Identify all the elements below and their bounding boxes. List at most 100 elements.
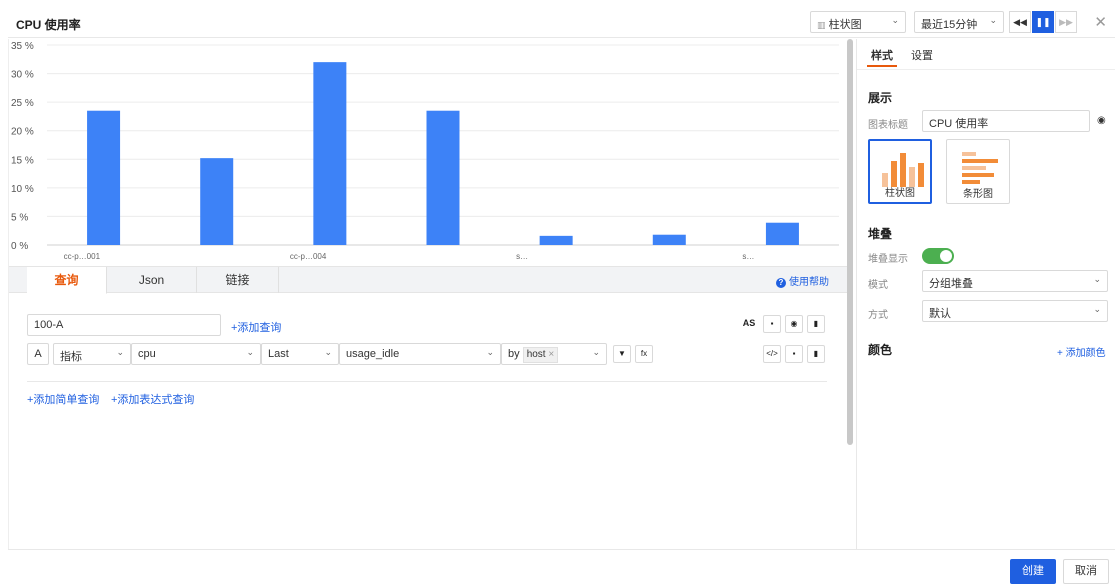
add-color-link[interactable]: + 添加颜色 bbox=[1057, 344, 1106, 359]
bar[interactable] bbox=[765, 222, 799, 245]
footer-bar: 创建 取消 bbox=[8, 549, 1115, 584]
measurement-value: cpu bbox=[138, 348, 156, 360]
chevron-down-icon: ⌄ bbox=[989, 15, 997, 25]
cancel-button[interactable]: 取消 bbox=[1063, 559, 1109, 584]
expression-input[interactable]: 100-A bbox=[27, 314, 221, 336]
chart-card-hbar[interactable]: 条形图 bbox=[946, 139, 1010, 204]
group-by-select[interactable]: by host × ⌄ bbox=[501, 343, 607, 365]
group-tag[interactable]: host × bbox=[522, 347, 559, 363]
help-link[interactable]: ? 使用帮助 bbox=[776, 273, 829, 288]
help-label: 使用帮助 bbox=[789, 277, 829, 288]
aggregation-select[interactable]: Last ⌄ bbox=[261, 343, 339, 365]
field-select[interactable]: usage_idle ⌄ bbox=[339, 343, 501, 365]
chart-type-value: 柱状图 bbox=[828, 19, 862, 31]
function-button[interactable]: fx bbox=[635, 345, 653, 363]
y-tick-label: 5 % bbox=[11, 212, 28, 223]
add-simple-query-link[interactable]: +添加简单查询 bbox=[27, 391, 99, 407]
function-label: fx bbox=[640, 349, 648, 358]
fast-forward-icon: ▶▶ bbox=[1059, 17, 1073, 27]
horizontal-bar-chart-icon bbox=[962, 152, 998, 184]
metric-type-select[interactable]: 指标 ⌄ bbox=[53, 343, 131, 365]
chart-title-value: CPU 使用率 bbox=[929, 118, 989, 130]
code-button[interactable]: </> bbox=[763, 345, 781, 363]
metric-type-value: 指标 bbox=[60, 351, 82, 363]
stack-heading: 堆叠 bbox=[868, 227, 893, 241]
header-bar: CPU 使用率 ▥ 柱状图 ⌄ 最近15分钟 ⌄ ◀◀ ❚❚ ▶▶ ✕ bbox=[8, 8, 1115, 38]
delete-button[interactable]: ▮ bbox=[807, 315, 825, 333]
stack-display-toggle[interactable] bbox=[922, 248, 954, 264]
eye-icon[interactable]: ◉ bbox=[1097, 115, 1106, 126]
bar[interactable] bbox=[313, 62, 347, 246]
copy-icon: ▪ bbox=[770, 319, 774, 328]
bar[interactable] bbox=[87, 110, 121, 245]
rewind-icon: ◀◀ bbox=[1013, 17, 1027, 27]
add-query-link[interactable]: +添加查询 bbox=[231, 319, 281, 335]
method-select[interactable]: 默认 ⌄ bbox=[922, 300, 1108, 322]
by-label: by bbox=[508, 348, 520, 360]
bar[interactable] bbox=[426, 110, 460, 245]
create-button[interactable]: 创建 bbox=[1010, 559, 1056, 584]
filter-icon: ▼ bbox=[618, 349, 626, 358]
filter-button[interactable]: ▼ bbox=[613, 345, 631, 363]
chart-area: 0 % 5 % 10 % 15 % 20 % 25 % 30 % 35 % cc-p…001 cc… bbox=[9, 39, 847, 266]
display-heading: 展示 bbox=[868, 91, 893, 105]
x-tick-label: s… bbox=[516, 252, 528, 261]
close-icon[interactable]: ✕ bbox=[1094, 13, 1107, 31]
code-icon: </> bbox=[766, 349, 778, 358]
chevron-down-icon: ⌄ bbox=[1093, 274, 1101, 284]
chevron-down-icon: ⌄ bbox=[246, 347, 254, 357]
chart-card-bar[interactable]: 柱状图 bbox=[868, 139, 932, 204]
active-tab-indicator bbox=[867, 65, 897, 67]
mode-label: 模式 bbox=[868, 280, 888, 291]
visibility-button[interactable]: ◉ bbox=[785, 315, 803, 333]
fast-forward-button[interactable]: ▶▶ bbox=[1055, 11, 1077, 33]
add-expression-query-link[interactable]: +添加表达式查询 bbox=[111, 391, 194, 407]
trash-icon: ▮ bbox=[813, 349, 819, 358]
bar[interactable] bbox=[200, 158, 234, 245]
tab-query[interactable]: 查询 bbox=[27, 267, 107, 294]
method-value: 默认 bbox=[929, 308, 951, 320]
tab-settings[interactable]: 设置 bbox=[911, 47, 933, 63]
chevron-down-icon: ⌄ bbox=[1093, 304, 1101, 314]
style-panel: 样式 设置 展示 图表标题 CPU 使用率 ◉ 柱状图 条形图 堆叠 堆叠显示 … bbox=[856, 39, 1115, 549]
method-label: 方式 bbox=[868, 310, 888, 321]
mode-select[interactable]: 分组堆叠 ⌄ bbox=[922, 270, 1108, 292]
y-tick-label: 30 % bbox=[11, 70, 34, 81]
bar[interactable] bbox=[652, 234, 686, 245]
chart-title-input[interactable]: CPU 使用率 bbox=[922, 110, 1090, 132]
tab-link[interactable]: 链接 bbox=[197, 267, 279, 293]
field-value: usage_idle bbox=[346, 348, 400, 360]
query-row-label: A bbox=[27, 343, 49, 365]
chevron-down-icon: ⌄ bbox=[116, 347, 124, 357]
copy-icon: ▪ bbox=[792, 349, 796, 358]
rewind-button[interactable]: ◀◀ bbox=[1009, 11, 1031, 33]
chevron-down-icon: ⌄ bbox=[486, 347, 494, 357]
scrollbar[interactable] bbox=[847, 39, 853, 445]
bar[interactable] bbox=[539, 235, 573, 245]
group-tag-label: host bbox=[526, 349, 546, 360]
pause-icon: ❚❚ bbox=[1035, 17, 1051, 27]
chevron-down-icon: ⌄ bbox=[592, 347, 600, 357]
tab-style[interactable]: 样式 bbox=[871, 47, 893, 63]
y-tick-label: 0 % bbox=[11, 241, 28, 252]
copy-button[interactable]: ▪ bbox=[785, 345, 803, 363]
time-range-select[interactable]: 最近15分钟 ⌄ bbox=[914, 11, 1004, 33]
delete-button[interactable]: ▮ bbox=[807, 345, 825, 363]
tab-json[interactable]: Json bbox=[107, 267, 197, 293]
query-tab-strip: 查询 Json 链接 ? 使用帮助 bbox=[9, 266, 847, 294]
color-heading: 颜色 bbox=[868, 343, 893, 357]
chart-type-select[interactable]: ▥ 柱状图 ⌄ bbox=[810, 11, 906, 33]
pause-button[interactable]: ❚❚ bbox=[1032, 11, 1054, 33]
chevron-down-icon: ⌄ bbox=[324, 347, 332, 357]
expression-value: 100-A bbox=[34, 319, 64, 331]
trash-icon: ▮ bbox=[813, 319, 819, 328]
copy-button[interactable]: ▪ bbox=[763, 315, 781, 333]
alias-button[interactable]: AS bbox=[739, 315, 759, 333]
chart-card-hbar-label: 条形图 bbox=[963, 189, 993, 200]
x-tick-label: s… bbox=[742, 252, 754, 261]
tag-remove-icon[interactable]: × bbox=[548, 349, 554, 360]
toggle-knob bbox=[940, 250, 952, 262]
chart-title-label: 图表标题 bbox=[868, 120, 908, 131]
measurement-select[interactable]: cpu ⌄ bbox=[131, 343, 261, 365]
chevron-down-icon: ⌄ bbox=[891, 15, 899, 25]
